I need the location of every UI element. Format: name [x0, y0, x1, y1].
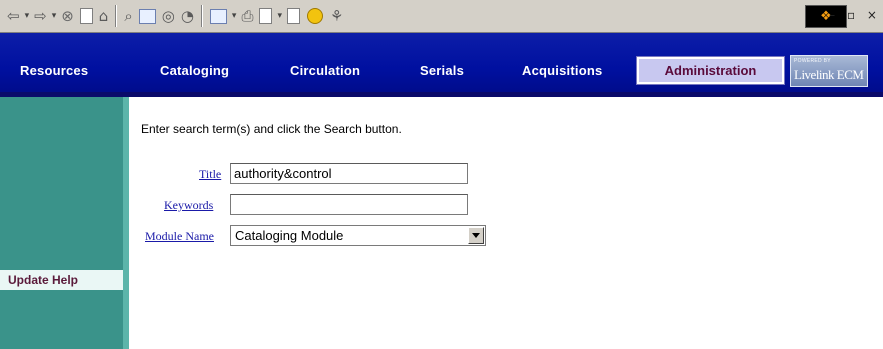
module-name-label-link[interactable]: Module Name	[145, 229, 214, 244]
messenger-icon[interactable]	[307, 8, 323, 24]
mail-dropdown-icon[interactable]: ▾	[230, 5, 239, 27]
browser-toolbar: ⇦ ▾ ⇨ ▾ ⊗ ⌂ ⌕ ◎ ◔ ▾ ⎙ ▾ ⚘ ❖ – ▫ ×	[0, 0, 883, 33]
forward-dropdown-icon[interactable]: ▾	[50, 5, 59, 27]
menu-item-settings[interactable]: Settings	[832, 182, 875, 195]
nav-cataloging[interactable]: Cataloging	[160, 63, 229, 78]
logo-tagline: POWERED BY	[794, 58, 831, 64]
menu-item-security[interactable]: Security	[832, 151, 875, 164]
toolbar-divider	[200, 5, 203, 27]
nav-acquisitions[interactable]: Acquisitions	[522, 63, 602, 78]
refresh-icon[interactable]	[79, 8, 93, 24]
research-icon[interactable]: ⚘	[327, 5, 346, 27]
menu-item-update-help[interactable]: Update Help	[0, 270, 123, 290]
left-menu	[0, 97, 129, 349]
module-name-select[interactable]: Cataloging Module	[230, 225, 486, 246]
mail-icon[interactable]	[209, 8, 227, 24]
keywords-input[interactable]	[230, 194, 468, 215]
module-name-value: Cataloging Module	[235, 228, 344, 243]
nav-resources[interactable]: Resources	[20, 63, 88, 78]
edit-icon[interactable]	[259, 8, 273, 24]
logo-name: Livelink ECM	[794, 67, 864, 82]
toolbar-divider	[115, 5, 118, 27]
stop-icon[interactable]: ⊗	[58, 5, 77, 27]
menu-item-record-maint[interactable]: Record Maint	[799, 121, 875, 134]
keywords-label-link[interactable]: Keywords	[164, 198, 213, 213]
discuss-icon[interactable]	[287, 8, 300, 24]
back-arrow-icon[interactable]: ⇦	[4, 5, 23, 27]
history-icon[interactable]: ◔	[178, 5, 197, 27]
title-input[interactable]: authority&control	[230, 163, 468, 184]
instructions-text: Enter search term(s) and click the Searc…	[141, 122, 402, 136]
back-dropdown-icon[interactable]: ▾	[23, 5, 32, 27]
menu-item-update-help-label: Update Help	[8, 273, 79, 287]
nav-serials[interactable]: Serials	[420, 63, 464, 78]
menu-item-reports[interactable]: Reports	[830, 298, 875, 311]
nav-circulation[interactable]: Circulation	[290, 63, 360, 78]
menu-item-search-replace[interactable]: Search/Replace	[801, 204, 876, 217]
edit-dropdown-icon[interactable]: ▾	[275, 5, 284, 27]
window-controls[interactable]: – ▫ ×	[829, 8, 881, 22]
favorites-icon[interactable]	[138, 8, 156, 24]
title-label-link[interactable]: Title	[199, 167, 221, 182]
search-icon[interactable]: ⌕	[121, 5, 135, 27]
chevron-down-icon[interactable]	[468, 227, 484, 244]
menu-item-setup[interactable]: Setup ►	[826, 105, 875, 118]
nav-administration[interactable]: Administration	[636, 56, 785, 85]
menu-item-batch-utilities[interactable]: Batch Utilities	[808, 225, 875, 238]
livelink-logo: POWERED BY Livelink ECM	[790, 55, 868, 87]
home-icon[interactable]: ⌂	[96, 5, 112, 27]
print-icon[interactable]: ⎙	[238, 5, 256, 27]
forward-arrow-icon[interactable]: ⇨	[31, 5, 50, 27]
top-nav: Resources Cataloging Circulation Serials…	[0, 33, 883, 97]
media-icon[interactable]: ◎	[159, 5, 178, 27]
